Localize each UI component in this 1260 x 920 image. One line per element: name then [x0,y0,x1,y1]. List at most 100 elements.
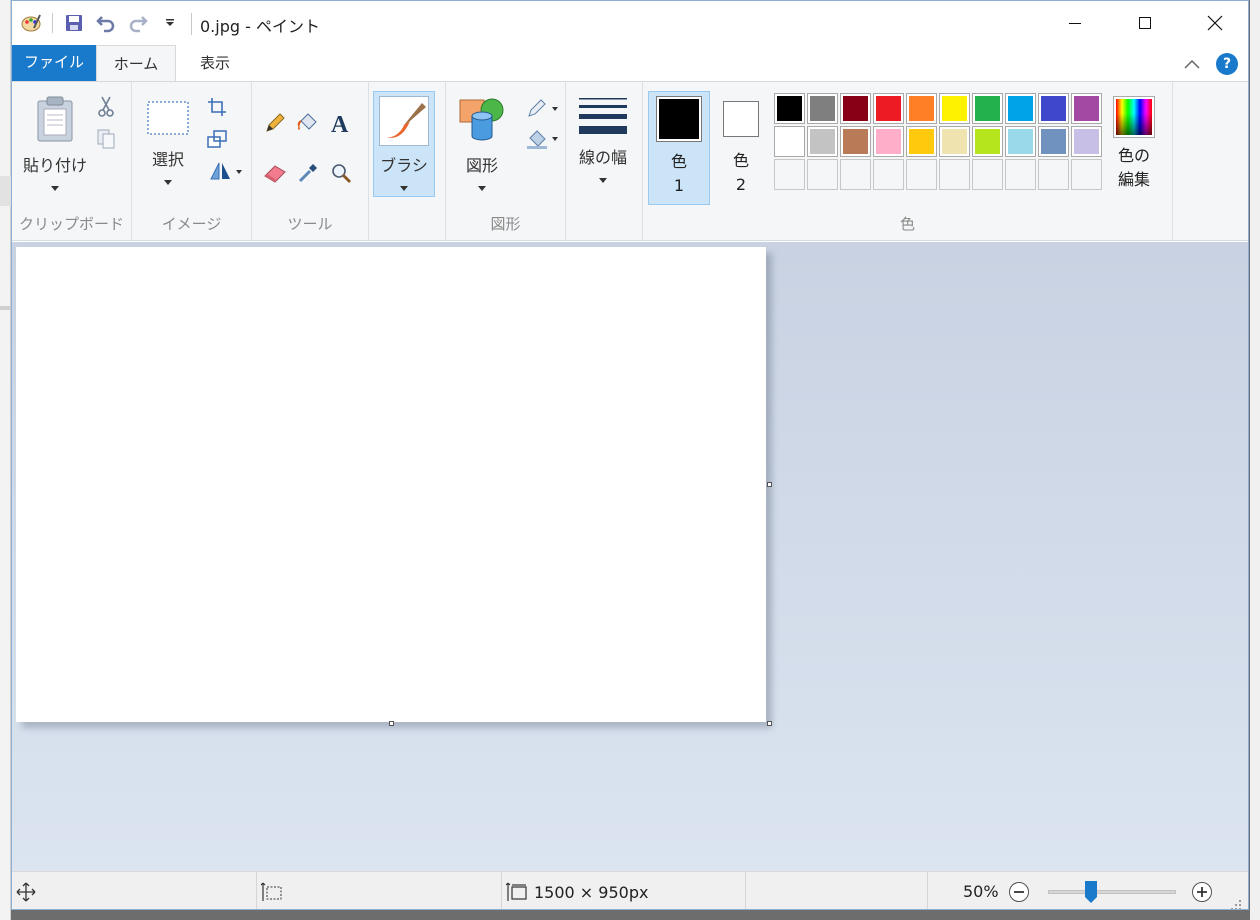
palette-swatch-r1-4[interactable] [873,93,904,124]
status-bar: 1500 × 950px 50% [12,871,1248,909]
palette-swatch-r2-1[interactable] [774,126,805,157]
image-size-icon [506,882,527,901]
group-shapes: 図形 図形 [446,82,566,240]
text-icon[interactable]: A [328,110,354,136]
palette-swatch-r3-3[interactable] [840,159,871,190]
rotate-icon[interactable] [204,158,248,184]
resize-handle-right[interactable] [767,482,772,487]
palette-swatch-r3-4[interactable] [873,159,904,190]
palette-swatch-r3-7[interactable] [972,159,1003,190]
select-button[interactable]: 選択 [142,100,194,185]
paint-app-icon[interactable] [20,12,42,34]
redo-icon[interactable] [127,12,149,34]
palette-swatch-r3-6[interactable] [939,159,970,190]
palette-swatch-r1-2[interactable] [807,93,838,124]
selection-size-icon [261,882,282,901]
palette-swatch-r3-2[interactable] [807,159,838,190]
palette-swatch-r3-1[interactable] [774,159,805,190]
palette-swatch-r1-1[interactable] [774,93,805,124]
palette-swatch-r3-8[interactable] [1005,159,1036,190]
palette-swatch-r2-6[interactable] [939,126,970,157]
palette-swatch-r1-6[interactable] [939,93,970,124]
minimize-button[interactable] [1040,1,1110,45]
drawing-canvas[interactable] [16,247,766,722]
palette-swatch-r1-9[interactable] [1038,93,1069,124]
maximize-button[interactable] [1110,1,1180,45]
help-icon[interactable]: ? [1216,53,1238,75]
palette-swatch-r2-8[interactable] [1005,126,1036,157]
palette-swatch-r2-4[interactable] [873,126,904,157]
color1-label-1: 色 [670,152,687,171]
resize-handle-corner[interactable] [767,721,772,726]
group-clipboard: 貼り付け クリップボード [12,82,132,240]
zoom-out-icon [1009,882,1029,902]
palette-swatch-r1-5[interactable] [906,93,937,124]
title-bar: 0.jpg - ペイント [12,1,1248,45]
resize-icon[interactable] [204,126,230,152]
palette-swatch-r1-8[interactable] [1005,93,1036,124]
eraser-icon[interactable] [262,160,288,186]
tab-view[interactable]: 表示 [180,45,250,82]
brushes-button[interactable]: ブラシ [373,91,435,197]
collapse-ribbon-icon[interactable] [1184,59,1200,69]
color2-swatch [723,101,759,137]
shapes-icon [459,98,504,141]
zoom-out-button[interactable] [1008,881,1030,907]
color2-button[interactable]: 色 2 [713,91,769,205]
pencil-icon[interactable] [262,110,288,136]
canvas-work-area[interactable] [12,242,1248,871]
cut-icon[interactable] [93,94,119,120]
zoom-slider-track[interactable] [1048,890,1176,894]
image-size-cell: 1500 × 950px [502,872,746,909]
background-window-edge [0,0,11,920]
outline-icon[interactable] [526,96,562,122]
palette-swatch-r2-3[interactable] [840,126,871,157]
undo-icon[interactable] [95,12,117,34]
shapes-button[interactable]: 図形 [456,96,508,191]
zoom-level: 50% [963,882,999,901]
fill-icon[interactable] [295,110,321,136]
zoom-slider-thumb[interactable] [1084,880,1098,904]
palette-swatch-r2-5[interactable] [906,126,937,157]
magnifier-icon[interactable] [328,160,354,186]
group-image: 選択 イメージ [132,82,252,240]
palette-swatch-r1-3[interactable] [840,93,871,124]
group-brushes: ブラシ [369,82,446,240]
zoom-in-button[interactable] [1191,881,1213,907]
palette-swatch-r3-5[interactable] [906,159,937,190]
palette-swatch-r2-7[interactable] [972,126,1003,157]
select-label: 選択 [151,150,184,169]
palette-swatch-r3-10[interactable] [1071,159,1102,190]
color1-label-2: 1 [673,176,685,195]
save-icon[interactable] [63,12,85,34]
palette-swatch-r1-7[interactable] [972,93,1003,124]
resize-grip-icon[interactable] [1230,896,1242,909]
group-tools: A ツール [252,82,369,240]
edit-colors-icon [1113,96,1155,138]
minimize-icon [1069,23,1081,24]
crop-icon[interactable] [204,94,230,120]
customize-toolbar-icon[interactable] [159,12,181,34]
palette-swatch-r2-10[interactable] [1071,126,1102,157]
colors-group-label: 色 [899,215,915,233]
resize-handle-bottom[interactable] [389,721,394,726]
paste-label: 貼り付け [22,156,87,175]
color1-button[interactable]: 色 1 [648,91,710,205]
palette-swatch-r2-9[interactable] [1038,126,1069,157]
copy-icon[interactable] [93,126,119,152]
paste-button[interactable]: 貼り付け [20,96,90,191]
shape-fill-icon[interactable] [526,126,562,152]
tab-home[interactable]: ホーム [96,45,176,82]
svg-text:A: A [331,112,349,135]
group-size: 線の幅 [566,82,643,240]
size-button[interactable]: 線の幅 [575,96,631,183]
color-picker-icon[interactable] [295,160,321,186]
group-colors: 色 1 色 2 色の 編集 色 [643,82,1173,240]
palette-swatch-r1-10[interactable] [1071,93,1102,124]
palette-swatch-r3-9[interactable] [1038,159,1069,190]
tab-file[interactable]: ファイル [12,45,96,82]
palette-swatch-r2-2[interactable] [807,126,838,157]
close-button[interactable] [1180,1,1248,45]
quick-access-toolbar [20,11,181,35]
edit-colors-button[interactable]: 色の 編集 [1109,96,1159,192]
